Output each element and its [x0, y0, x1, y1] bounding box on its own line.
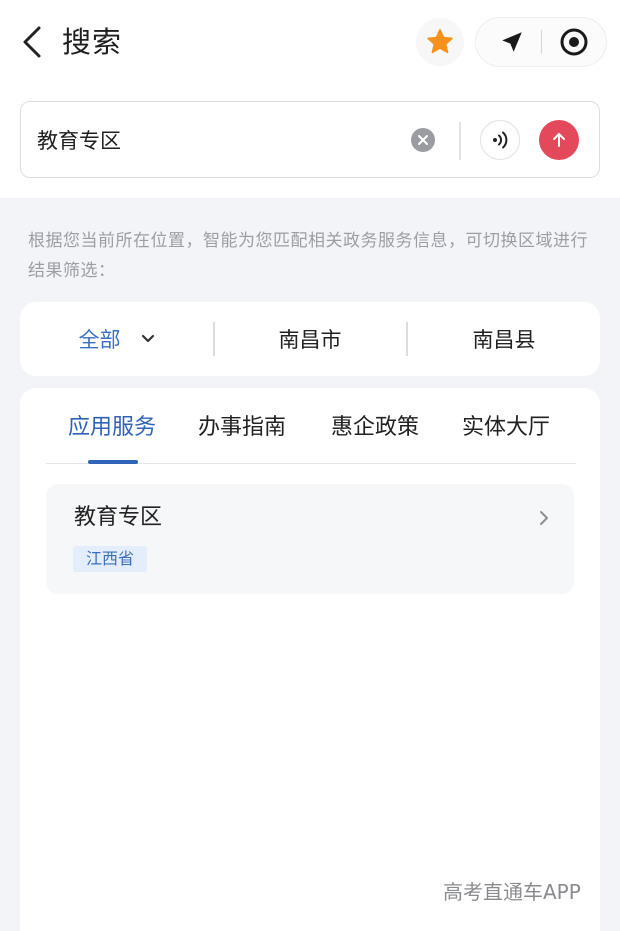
tab-app-services[interactable]: 应用服务: [68, 412, 156, 444]
region-filter: 全部 南昌市 南昌县: [20, 302, 600, 376]
tab-bar: 应用服务 办事指南 惠企政策 实体大厅: [46, 406, 576, 464]
region-county[interactable]: 南昌县: [408, 302, 600, 376]
search-divider: [459, 122, 461, 160]
navigate-button[interactable]: [490, 24, 534, 60]
top-bar: 搜索: [0, 0, 620, 198]
results-card: 应用服务 办事指南 惠企政策 实体大厅 教育专区 江西省: [20, 388, 600, 931]
clear-icon: [418, 135, 428, 145]
active-tab-indicator: [88, 460, 138, 464]
voice-wave-icon: [493, 131, 508, 149]
tab-business-policy[interactable]: 惠企政策: [331, 412, 419, 444]
mini-program-capsule: [475, 17, 607, 67]
region-all-label: 全部: [78, 328, 121, 352]
arrow-up-icon: [553, 133, 565, 147]
star-icon: [427, 29, 453, 54]
chevron-down-icon: [141, 334, 155, 344]
close-program-button[interactable]: [552, 24, 596, 60]
chevron-right-icon: [536, 508, 552, 528]
voice-button[interactable]: [480, 120, 520, 160]
page-title: 搜索: [62, 25, 123, 59]
tab-service-hall[interactable]: 实体大厅: [462, 412, 550, 444]
watermark: 高考直通车APP: [443, 880, 581, 904]
region-tag: 江西省: [73, 546, 148, 572]
clear-button[interactable]: [411, 128, 435, 152]
back-button[interactable]: [18, 24, 46, 60]
location-hint: 根据您当前所在位置，智能为您匹配相关政务服务信息，可切换区域进行结果筛选：: [28, 231, 588, 281]
region-all-dropdown[interactable]: 全部: [20, 302, 213, 376]
capsule-divider: [541, 30, 542, 54]
target-circle-icon: [560, 28, 588, 56]
region-city[interactable]: 南昌市: [214, 302, 406, 376]
chevron-left-icon: [23, 26, 41, 58]
search-box: [20, 101, 600, 178]
result-title: 教育专区: [74, 505, 163, 530]
search-input[interactable]: [37, 120, 407, 160]
list-item[interactable]: 教育专区 江西省: [46, 484, 574, 594]
submit-button[interactable]: [539, 120, 579, 160]
favorite-button[interactable]: [416, 18, 464, 66]
navigation-arrow-icon: [502, 32, 522, 52]
tab-service-guide[interactable]: 办事指南: [198, 412, 286, 444]
